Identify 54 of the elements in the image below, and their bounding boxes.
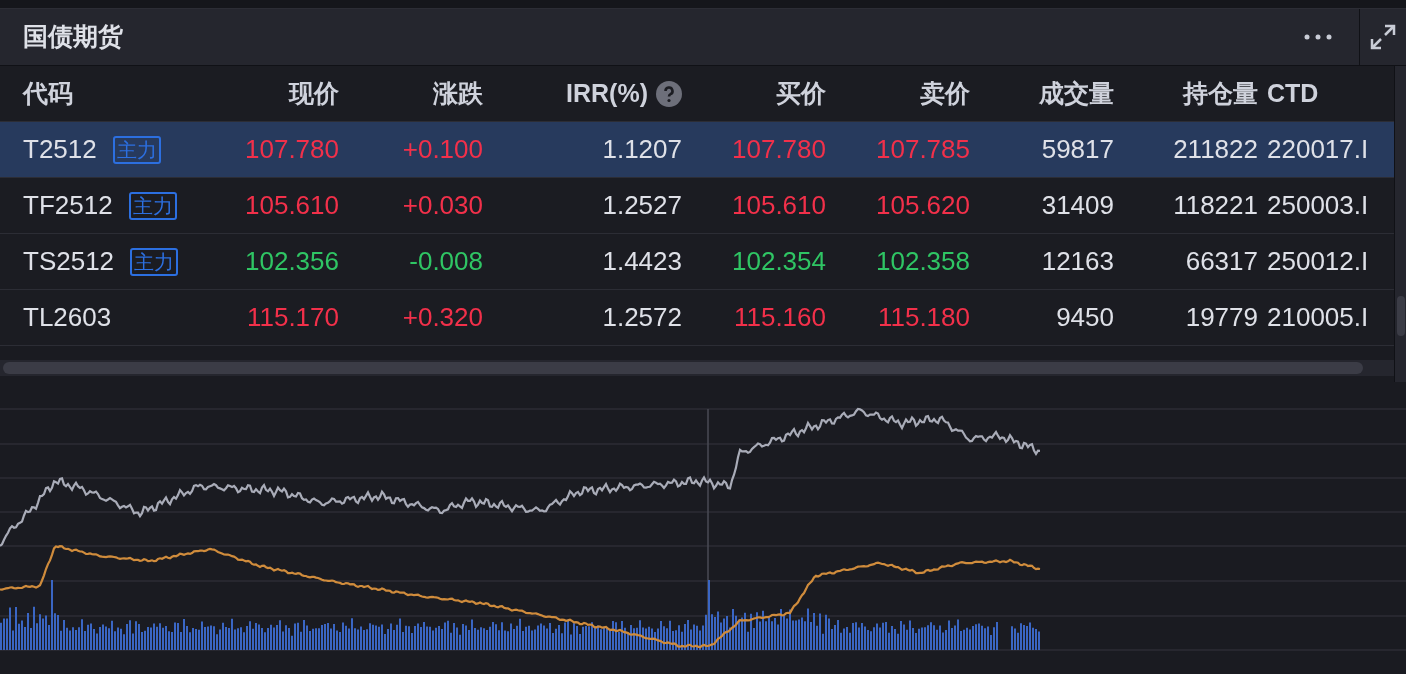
- main-contract-tag: 主力: [130, 247, 179, 276]
- table-cell-text: 220017.I: [1267, 133, 1369, 166]
- table-cell-text: 59817: [1041, 133, 1114, 166]
- more-icon[interactable]: [1303, 32, 1333, 42]
- column-header[interactable]: 现价: [289, 74, 339, 113]
- table-cell-text: 105.620: [876, 189, 970, 222]
- table-cell-text: 105.610: [732, 189, 826, 222]
- table-cell-text: +0.100: [402, 133, 483, 166]
- table-cell-text: 31409: [1041, 189, 1114, 222]
- table-cell-text: 105.610: [245, 189, 339, 222]
- column-header[interactable]: 买价: [776, 74, 826, 113]
- table-cell-text: 211822: [1173, 133, 1258, 166]
- table-cell-text: 115.170: [246, 301, 339, 334]
- table-cell-text: 19779: [1185, 301, 1258, 334]
- panel-title: 国债期货: [23, 21, 124, 53]
- table-cell-text: T2512: [23, 133, 97, 166]
- table-cell-text: 12163: [1041, 245, 1114, 278]
- column-header[interactable]: 卖价: [920, 74, 970, 113]
- table-cell-text: -0.008: [409, 245, 483, 278]
- table-cell-text: TF2512: [23, 189, 113, 222]
- table-cell-text: 66317: [1185, 245, 1258, 278]
- horizontal-scrollbar[interactable]: [0, 360, 1394, 376]
- table-cell-text: 210005.I: [1267, 301, 1369, 334]
- table-cell-text: 250003.I: [1267, 189, 1369, 222]
- table-cell-text: 107.780: [732, 133, 826, 166]
- table-cell-text: 102.358: [876, 245, 970, 278]
- help-icon[interactable]: [656, 80, 682, 107]
- table-cell-text: 107.780: [245, 133, 339, 166]
- main-contract-tag: 主力: [112, 135, 161, 164]
- vertical-scrollbar[interactable]: [1394, 66, 1406, 382]
- table-cell-text: 9450: [1056, 301, 1114, 334]
- table-cell-text: 115.160: [733, 301, 826, 334]
- table-cell-text: 1.2572: [602, 301, 682, 334]
- table-cell-text: 250012.I: [1267, 245, 1369, 278]
- column-header[interactable]: 成交量: [1039, 74, 1114, 113]
- table-cell-text: 1.1207: [602, 133, 682, 166]
- table-cell-text: 102.354: [732, 245, 826, 278]
- column-header[interactable]: 持仓量: [1183, 74, 1258, 113]
- table-cell-text: 107.785: [876, 133, 970, 166]
- table-cell-text: 118221: [1173, 189, 1258, 222]
- main-contract-tag: 主力: [128, 191, 177, 220]
- table-cell-text: 1.2527: [602, 189, 682, 222]
- table-row[interactable]: T2512 主力 107.780 +0.100 1.1207 107.780 107.785 59817 211822 220017.I: [0, 122, 1394, 178]
- table-cell-text: TS2512: [23, 245, 115, 278]
- table-cell-text: +0.030: [402, 189, 483, 222]
- table-cell-text: +0.320: [402, 301, 483, 334]
- column-header[interactable]: CTD: [1267, 74, 1319, 113]
- column-header[interactable]: 涨跌: [433, 74, 483, 113]
- table-cell-text: 102.356: [245, 245, 339, 278]
- column-header[interactable]: 代码: [23, 74, 73, 113]
- column-header[interactable]: IRR(%): [566, 74, 648, 113]
- table-cell-text: 115.180: [877, 301, 970, 334]
- table-cell-text: 1.4423: [602, 245, 682, 278]
- table-cell-text: TL2603: [23, 301, 112, 334]
